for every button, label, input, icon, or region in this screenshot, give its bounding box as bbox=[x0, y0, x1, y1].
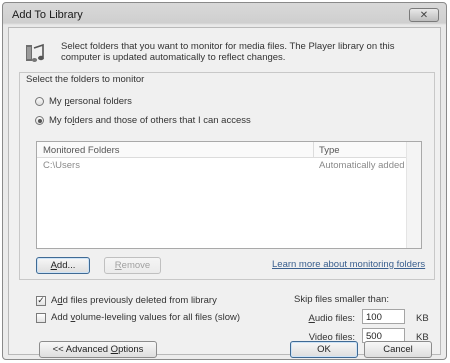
learn-more-link[interactable]: Learn more about monitoring folders bbox=[272, 259, 425, 270]
folder-path: C:\Users bbox=[43, 160, 80, 171]
advanced-options-button[interactable]: << Advanced Options bbox=[39, 341, 157, 358]
list-item[interactable]: C:\Users Automatically added bbox=[37, 159, 421, 172]
audio-files-label: Audio files: bbox=[308, 313, 355, 324]
window-title: Add To Library bbox=[12, 9, 83, 21]
library-music-icon bbox=[26, 43, 44, 62]
checkbox-checked[interactable]: ✓ bbox=[36, 295, 46, 306]
add-folder-button[interactable]: Add... bbox=[36, 257, 90, 274]
radio-button[interactable] bbox=[35, 116, 44, 125]
skip-files-label: Skip files smaller than: bbox=[294, 294, 390, 305]
add-button-label: Add... bbox=[50, 260, 76, 271]
dialog-body: Select folders that you want to monitor … bbox=[8, 27, 441, 355]
folder-type: Automatically added bbox=[319, 160, 405, 171]
cancel-button[interactable]: Cancel bbox=[364, 341, 432, 358]
checkbox-label: Add volume-leveling values for all files… bbox=[51, 312, 241, 323]
checkbox-unchecked[interactable] bbox=[36, 312, 46, 323]
add-to-library-dialog: Add To Library ✕ Select folders that you… bbox=[2, 2, 447, 360]
list-scrollbar[interactable] bbox=[406, 142, 421, 248]
audio-size-unit: KB bbox=[416, 313, 429, 324]
list-header: Monitored Folders Type bbox=[37, 142, 421, 158]
column-separator[interactable] bbox=[313, 142, 314, 157]
advanced-options-label: << Advanced Options bbox=[52, 344, 144, 355]
cancel-button-label: Cancel bbox=[383, 344, 413, 355]
checkbox-label: Add files previously deleted from librar… bbox=[51, 295, 217, 306]
remove-button-label: Remove bbox=[114, 260, 151, 271]
radio-label: My folders and those of others that I ca… bbox=[49, 115, 251, 126]
add-volume-leveling-option[interactable]: Add volume-leveling values for all files… bbox=[36, 312, 240, 323]
close-button[interactable]: ✕ bbox=[409, 8, 439, 22]
ok-button-label: OK bbox=[317, 344, 331, 355]
title-bar: Add To Library ✕ bbox=[3, 3, 446, 27]
radio-label: My personal folders bbox=[49, 96, 132, 107]
column-header-type[interactable]: Type bbox=[319, 145, 340, 156]
ok-button[interactable]: OK bbox=[290, 341, 358, 358]
column-header-monitored-folders[interactable]: Monitored Folders bbox=[43, 145, 120, 156]
folders-group-label: Select the folders to monitor bbox=[26, 74, 145, 85]
remove-folder-button[interactable]: Remove bbox=[104, 257, 161, 274]
add-deleted-files-option[interactable]: ✓ Add files previously deleted from libr… bbox=[36, 295, 217, 306]
intro-text: Select folders that you want to monitor … bbox=[61, 41, 395, 63]
radio-button[interactable] bbox=[35, 97, 44, 106]
audio-min-size-input[interactable]: 100 bbox=[362, 309, 405, 324]
monitored-folders-list[interactable]: Monitored Folders Type C:\Users Automati… bbox=[36, 141, 422, 249]
radio-my-folders-and-others[interactable]: My folders and those of others that I ca… bbox=[35, 115, 251, 126]
close-icon: ✕ bbox=[419, 9, 429, 21]
radio-my-personal-folders[interactable]: My personal folders bbox=[35, 96, 132, 107]
